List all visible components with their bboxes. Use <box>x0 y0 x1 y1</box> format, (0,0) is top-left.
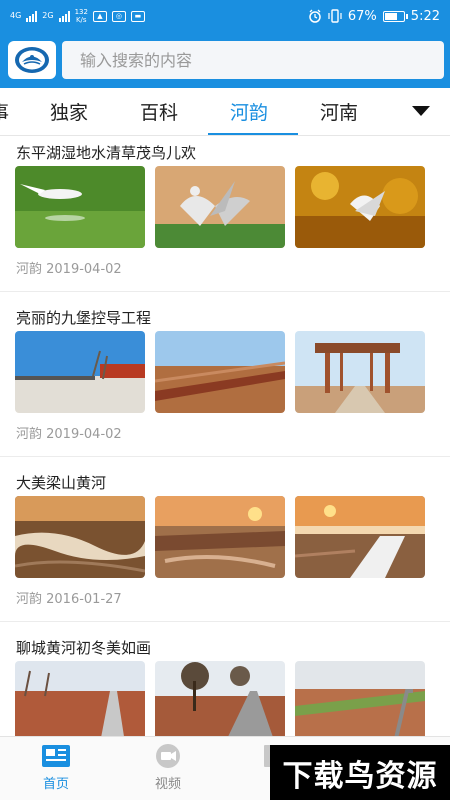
divider <box>0 621 450 622</box>
battery-percent: 67% <box>347 8 377 24</box>
article-title[interactable]: 聊城黄河初冬美如画 <box>16 637 151 658</box>
network-type-label-2: 2G <box>42 11 54 20</box>
alarm-icon <box>309 9 321 23</box>
nav-video-label: 视频 <box>154 777 181 792</box>
network-speed-value: 132 <box>74 8 88 16</box>
divider <box>0 291 450 292</box>
article-image[interactable] <box>15 661 145 736</box>
status-right: 67% 5:22 <box>308 9 440 24</box>
message-notification-icon: ▬ <box>130 10 145 22</box>
article-card[interactable]: 聊城黄河初冬美如画 <box>0 631 450 736</box>
article-image[interactable] <box>295 496 425 578</box>
watermark-logo: 下载鸟资源 <box>270 745 450 800</box>
article-meta: 河韵 2019-04-02 <box>16 427 122 442</box>
network-speed: 132 K/s <box>75 8 88 24</box>
nav-home-label: 首页 <box>42 777 69 792</box>
vibrate-icon <box>328 9 342 23</box>
article-card[interactable]: 大美梁山黄河 河韵 2016-01-27 <box>0 466 450 621</box>
tab-henan[interactable]: 河南 <box>320 98 358 125</box>
article-image[interactable] <box>15 166 145 248</box>
image-notification-icon: ▲ <box>92 10 107 22</box>
tab-exclusive[interactable]: 独家 <box>50 98 88 125</box>
article-image[interactable] <box>295 166 425 248</box>
logo-emblem-icon <box>15 47 49 73</box>
video-icon <box>156 744 180 768</box>
divider <box>0 456 450 457</box>
app-notification-icon: ◎ <box>111 10 126 22</box>
news-icon <box>42 745 70 767</box>
app-header <box>0 32 450 88</box>
tab-encyclopedia[interactable]: 百科 <box>140 98 178 125</box>
status-bar: 4G 2G 132 K/s ▲ ◎ ▬ 67% 5:22 <box>0 0 450 32</box>
article-image[interactable] <box>15 331 145 413</box>
app-logo[interactable] <box>8 41 56 79</box>
article-feed: 东平湖湿地水清草茂鸟儿欢 河韵 2019-04-02 亮丽的九堡控导工程 河韵 … <box>0 136 450 736</box>
article-meta: 河韵 2016-01-27 <box>16 592 122 607</box>
article-image[interactable] <box>295 331 425 413</box>
article-meta: 河韵 2019-04-02 <box>16 262 122 277</box>
signal-icon <box>26 10 38 22</box>
article-image[interactable] <box>155 661 285 736</box>
search-input[interactable] <box>80 50 444 70</box>
network-type-label: 4G <box>10 11 22 20</box>
status-left: 4G 2G 132 K/s ▲ ◎ ▬ <box>10 8 145 24</box>
nav-home[interactable]: 首页 <box>26 743 86 792</box>
article-card[interactable]: 亮丽的九堡控导工程 河韵 2019-04-02 <box>0 301 450 456</box>
tabs-dropdown-icon[interactable] <box>412 106 430 116</box>
article-title[interactable]: 大美梁山黄河 <box>16 472 106 493</box>
battery-icon <box>382 10 408 22</box>
clock-time: 5:22 <box>410 8 440 24</box>
category-tabs: 事 独家 百科 河韵 河南 <box>0 88 450 136</box>
article-title[interactable]: 东平湖湿地水清草茂鸟儿欢 <box>16 142 196 163</box>
tab-partial[interactable]: 事 <box>0 98 9 125</box>
article-title[interactable]: 亮丽的九堡控导工程 <box>16 307 151 328</box>
article-image[interactable] <box>155 496 285 578</box>
search-box[interactable] <box>62 41 444 79</box>
article-card[interactable]: 东平湖湿地水清草茂鸟儿欢 河韵 2019-04-02 <box>0 136 450 291</box>
network-speed-unit: K/s <box>75 16 87 24</box>
article-image[interactable] <box>155 331 285 413</box>
tab-heyun[interactable]: 河韵 <box>230 98 268 125</box>
article-image[interactable] <box>295 661 425 736</box>
nav-video[interactable]: 视频 <box>138 743 198 792</box>
article-image[interactable] <box>15 496 145 578</box>
watermark-text: 下载鸟资源 <box>282 758 438 794</box>
signal-icon-2 <box>58 10 70 22</box>
article-image[interactable] <box>155 166 285 248</box>
